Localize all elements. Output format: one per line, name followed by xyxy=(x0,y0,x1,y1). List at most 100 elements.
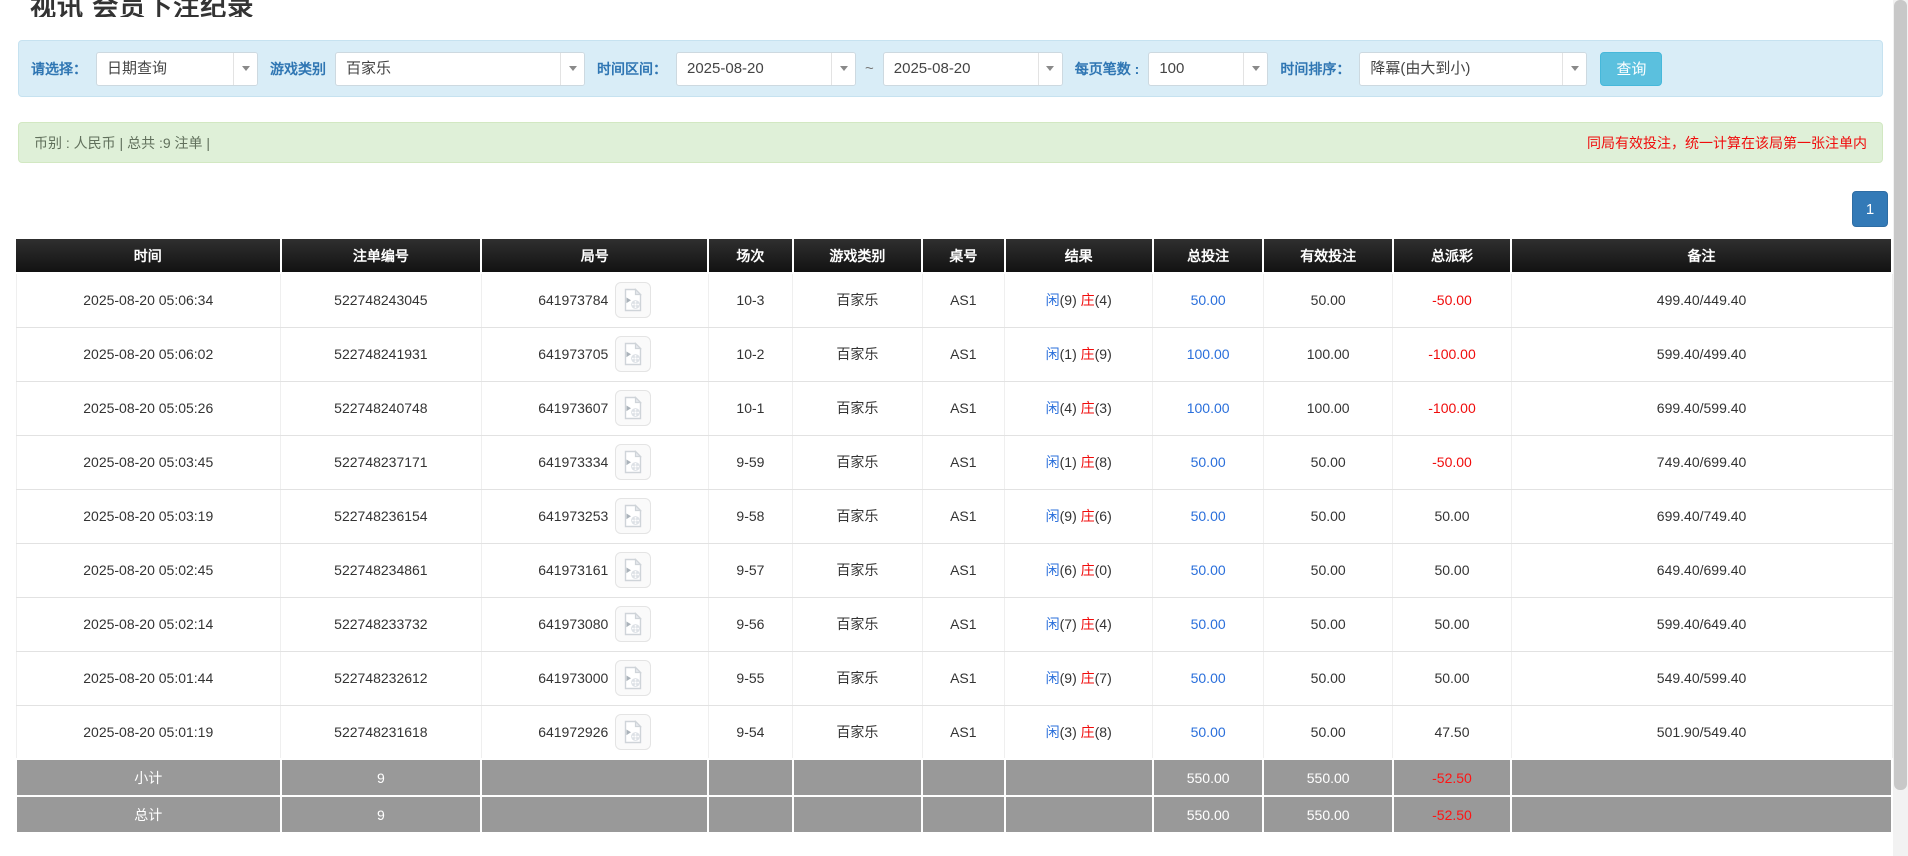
sort-order-value[interactable]: 降冪(由大到小) xyxy=(1360,53,1562,85)
result-player-number: (9) xyxy=(1060,292,1081,308)
cell-round-id: 641972926 xyxy=(481,705,708,759)
page-size-label: 每页笔数 : xyxy=(1075,59,1140,79)
date-from-picker[interactable]: 2025-08-20 xyxy=(676,52,856,86)
video-replay-button[interactable] xyxy=(615,390,651,426)
cell-game-type: 百家乐 xyxy=(793,651,922,705)
game-type-value[interactable]: 百家乐 xyxy=(336,53,560,85)
table-row: 2025-08-20 05:03:19522748236154641973253… xyxy=(16,489,1892,543)
video-replay-button[interactable] xyxy=(615,336,651,372)
chevron-down-icon xyxy=(840,66,848,71)
cell-time: 2025-08-20 05:05:26 xyxy=(16,381,281,435)
cell-bet-id: 522748243045 xyxy=(281,273,482,327)
sort-order-dropdown[interactable]: 降冪(由大到小) xyxy=(1359,52,1587,86)
column-header-8: 有效投注 xyxy=(1263,239,1392,273)
cell-result: 闲(9) 庄(6) xyxy=(1005,489,1153,543)
cell-table-no: AS1 xyxy=(922,543,1005,597)
cell-valid-bet: 50.00 xyxy=(1263,651,1392,705)
round-id-text: 641973334 xyxy=(538,454,608,470)
cell-result: 闲(9) 庄(7) xyxy=(1005,651,1153,705)
date-to-dropdown-button[interactable] xyxy=(1038,53,1062,85)
cell-result: 闲(9) 庄(4) xyxy=(1005,273,1153,327)
video-replay-button[interactable] xyxy=(615,606,651,642)
footer-empty-cell xyxy=(793,759,922,796)
select-mode-dropdown-button[interactable] xyxy=(233,53,257,85)
column-header-2: 局号 xyxy=(481,239,708,273)
date-to-value[interactable]: 2025-08-20 xyxy=(884,53,1038,85)
select-mode-dropdown[interactable]: 日期查询 xyxy=(96,52,258,86)
select-mode-label: 请选择： xyxy=(31,59,87,79)
cell-table-no: AS1 xyxy=(922,489,1005,543)
window-scrollbar[interactable] xyxy=(1893,0,1908,856)
sort-order-label: 时间排序： xyxy=(1280,59,1350,79)
cell-total-bet[interactable]: 50.00 xyxy=(1153,597,1264,651)
cell-game-type: 百家乐 xyxy=(793,327,922,381)
select-mode-value[interactable]: 日期查询 xyxy=(97,53,233,85)
pagination: 1 xyxy=(0,191,1888,227)
cell-valid-bet: 50.00 xyxy=(1263,435,1392,489)
cell-total-bet[interactable]: 50.00 xyxy=(1153,651,1264,705)
result-player-label: 闲 xyxy=(1046,562,1060,578)
page-size-dropdown[interactable]: 100 xyxy=(1148,52,1268,86)
result-player-number: (1) xyxy=(1060,454,1081,470)
video-replay-button[interactable] xyxy=(615,498,651,534)
cell-session: 10-1 xyxy=(708,381,792,435)
cell-total-bet[interactable]: 50.00 xyxy=(1153,435,1264,489)
cell-game-type: 百家乐 xyxy=(793,705,922,759)
cell-result: 闲(1) 庄(8) xyxy=(1005,435,1153,489)
cell-round-id: 641973080 xyxy=(481,597,708,651)
cell-valid-bet: 50.00 xyxy=(1263,543,1392,597)
cell-total-bet[interactable]: 50.00 xyxy=(1153,543,1264,597)
cell-remark: 699.40/749.40 xyxy=(1511,489,1892,543)
table-body: 2025-08-20 05:06:34522748243045641973784… xyxy=(16,273,1892,759)
game-type-dropdown-button[interactable] xyxy=(560,53,584,85)
page-size-value[interactable]: 100 xyxy=(1149,53,1243,85)
column-header-5: 桌号 xyxy=(922,239,1005,273)
round-id-text: 641973705 xyxy=(538,346,608,362)
video-replay-button[interactable] xyxy=(615,660,651,696)
cell-payout: -100.00 xyxy=(1393,327,1511,381)
footer-empty-cell xyxy=(1511,759,1892,796)
cell-total-bet[interactable]: 100.00 xyxy=(1153,327,1264,381)
table-row: 2025-08-20 05:02:45522748234861641973161… xyxy=(16,543,1892,597)
sort-order-dropdown-button[interactable] xyxy=(1562,53,1586,85)
result-player-number: (9) xyxy=(1060,508,1081,524)
round-id-text: 641973080 xyxy=(538,616,608,632)
date-to-picker[interactable]: 2025-08-20 xyxy=(883,52,1063,86)
table-row: 2025-08-20 05:06:02522748241931641973705… xyxy=(16,327,1892,381)
bet-records-table: 时间注单编号局号场次游戏类别桌号结果总投注有效投注总派彩备注 2025-08-2… xyxy=(15,239,1893,834)
cell-payout: -100.00 xyxy=(1393,381,1511,435)
cell-remark: 699.40/599.40 xyxy=(1511,381,1892,435)
result-banker-number: (7) xyxy=(1095,670,1112,686)
game-type-dropdown[interactable]: 百家乐 xyxy=(335,52,585,86)
search-button[interactable]: 查询 xyxy=(1600,52,1662,86)
date-from-value[interactable]: 2025-08-20 xyxy=(677,53,831,85)
cell-total-bet[interactable]: 50.00 xyxy=(1153,273,1264,327)
cell-table-no: AS1 xyxy=(922,381,1005,435)
result-banker-number: (3) xyxy=(1095,400,1112,416)
video-replay-button[interactable] xyxy=(615,714,651,750)
result-player-number: (9) xyxy=(1060,670,1081,686)
date-from-dropdown-button[interactable] xyxy=(831,53,855,85)
result-banker-label: 庄 xyxy=(1081,454,1095,470)
page-button-1[interactable]: 1 xyxy=(1852,191,1888,227)
cell-result: 闲(6) 庄(0) xyxy=(1005,543,1153,597)
video-replay-button[interactable] xyxy=(615,552,651,588)
chevron-down-icon xyxy=(1571,66,1579,71)
video-record-icon xyxy=(622,450,644,474)
cell-round-id: 641973161 xyxy=(481,543,708,597)
cell-total-bet[interactable]: 50.00 xyxy=(1153,705,1264,759)
result-player-label: 闲 xyxy=(1046,400,1060,416)
video-replay-button[interactable] xyxy=(615,444,651,480)
page-size-dropdown-button[interactable] xyxy=(1243,53,1267,85)
scrollbar-thumb[interactable] xyxy=(1894,0,1907,790)
cell-game-type: 百家乐 xyxy=(793,435,922,489)
cell-valid-bet: 50.00 xyxy=(1263,705,1392,759)
cell-total-bet[interactable]: 100.00 xyxy=(1153,381,1264,435)
cell-round-id: 641973253 xyxy=(481,489,708,543)
video-replay-button[interactable] xyxy=(615,282,651,318)
footer-label: 小计 xyxy=(16,759,281,796)
cell-total-bet[interactable]: 50.00 xyxy=(1153,489,1264,543)
footer-empty-cell xyxy=(922,796,1005,833)
cell-table-no: AS1 xyxy=(922,327,1005,381)
column-header-3: 场次 xyxy=(708,239,792,273)
